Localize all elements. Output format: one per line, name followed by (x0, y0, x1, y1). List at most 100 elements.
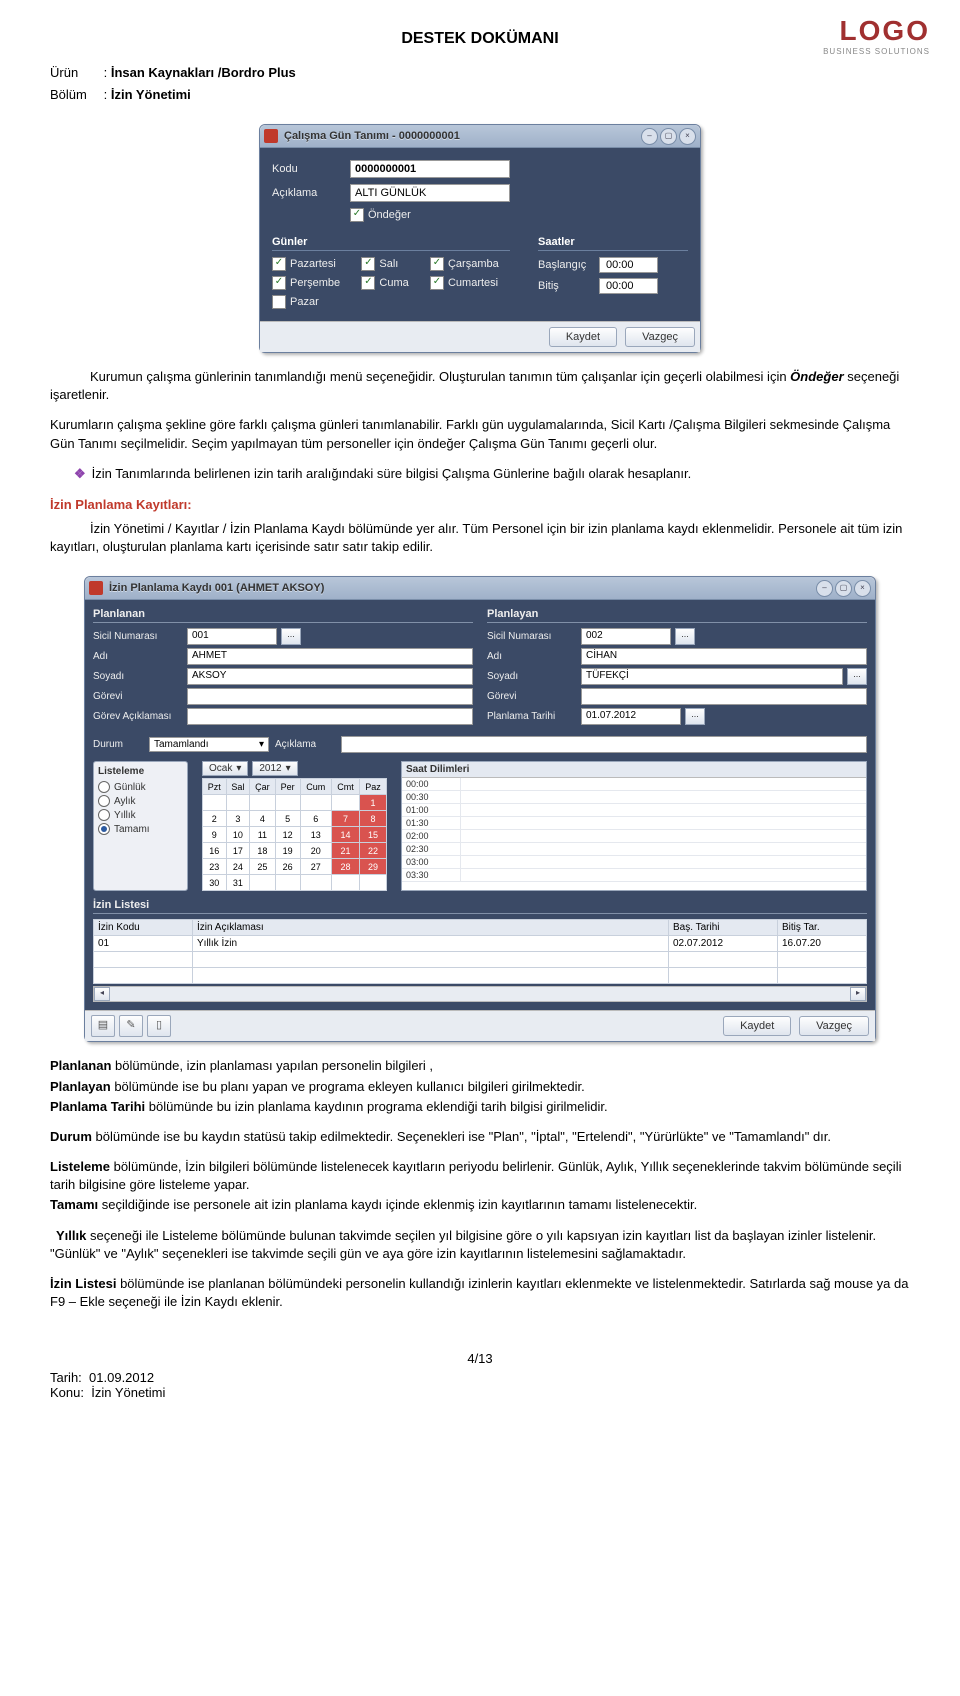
vazgec-button[interactable]: Vazgeç (625, 327, 695, 347)
persembe-checkbox[interactable]: ✓Perşembe (272, 276, 351, 290)
carsamba-checkbox[interactable]: ✓Çarşamba (430, 257, 510, 271)
saat-row[interactable]: 01:30 (402, 817, 866, 830)
calendar-cell[interactable]: 21 (331, 843, 359, 859)
calendar-cell[interactable] (275, 795, 300, 811)
yillik-radio[interactable]: Yıllık (98, 809, 183, 821)
calendar-cell[interactable]: 12 (275, 827, 300, 843)
durum-select[interactable]: Tamamlandı▾ (149, 737, 269, 752)
calendar-cell[interactable]: 17 (226, 843, 250, 859)
calendar-cell[interactable] (250, 795, 276, 811)
lookup-button[interactable]: ... (281, 628, 301, 645)
adi-input[interactable]: AHMET (187, 648, 473, 665)
calendar-cell[interactable]: 28 (331, 859, 359, 875)
saat-row[interactable]: 01:00 (402, 804, 866, 817)
col-izin-kodu[interactable]: İzin Kodu (94, 920, 193, 936)
kodu-input[interactable]: 0000000001 (350, 160, 510, 178)
maximize-icon[interactable]: ▢ (660, 128, 677, 145)
calendar-cell[interactable]: 22 (360, 843, 387, 859)
col-bas-tarihi[interactable]: Baş. Tarihi (669, 920, 778, 936)
calendar-cell[interactable]: 24 (226, 859, 250, 875)
close-icon[interactable]: × (854, 580, 871, 597)
titlebar[interactable]: İzin Planlama Kaydı 001 (AHMET AKSOY) – … (85, 577, 875, 600)
horizontal-scrollbar[interactable]: ◂ ▸ (93, 986, 867, 1002)
calendar-cell[interactable] (300, 795, 331, 811)
scroll-right-icon[interactable]: ▸ (850, 987, 866, 1001)
calendar-cell[interactable]: 2 (203, 811, 227, 827)
month-select[interactable]: Ocak ▾ (202, 761, 248, 776)
calendar-cell[interactable]: 10 (226, 827, 250, 843)
ondefer-checkbox[interactable]: ✓Öndeğer (350, 208, 411, 222)
table-row[interactable] (94, 968, 867, 984)
pazartesi-checkbox[interactable]: ✓Pazartesi (272, 257, 351, 271)
calendar-cell[interactable]: 8 (360, 811, 387, 827)
calendar-cell[interactable]: 20 (300, 843, 331, 859)
saat-row[interactable]: 02:00 (402, 830, 866, 843)
calendar-cell[interactable]: 16 (203, 843, 227, 859)
calendar-cell[interactable]: 13 (300, 827, 331, 843)
calendar-cell[interactable]: 1 (360, 795, 387, 811)
toolbar-button[interactable]: ▤ (91, 1015, 115, 1037)
saat-row[interactable]: 02:30 (402, 843, 866, 856)
calendar-cell[interactable]: 30 (203, 875, 227, 891)
cumartesi-checkbox[interactable]: ✓Cumartesi (430, 276, 510, 290)
plan-tarih-input[interactable]: 01.07.2012 (581, 708, 681, 725)
kaydet-button[interactable]: Kaydet (549, 327, 617, 347)
maximize-icon[interactable]: ▢ (835, 580, 852, 597)
table-row[interactable] (94, 952, 867, 968)
sali-checkbox[interactable]: ✓Salı (361, 257, 420, 271)
calendar-cell[interactable] (250, 875, 276, 891)
soyadi-input[interactable]: AKSOY (187, 668, 473, 685)
calendar-cell[interactable]: 19 (275, 843, 300, 859)
lookup-button[interactable]: ... (675, 628, 695, 645)
calendar-cell[interactable]: 27 (300, 859, 331, 875)
sicil-input[interactable]: 002 (581, 628, 671, 645)
kaydet-button[interactable]: Kaydet (723, 1016, 791, 1036)
gorev-ack-input[interactable] (187, 708, 473, 725)
saat-row[interactable]: 03:30 (402, 869, 866, 882)
calendar-cell[interactable] (275, 875, 300, 891)
gorevi-input[interactable] (581, 688, 867, 705)
calendar-cell[interactable]: 6 (300, 811, 331, 827)
calendar-cell[interactable] (226, 795, 250, 811)
calendar-cell[interactable]: 9 (203, 827, 227, 843)
titlebar[interactable]: Çalışma Gün Tanımı - 0000000001 – ▢ × (260, 125, 700, 148)
calendar-cell[interactable]: 11 (250, 827, 276, 843)
soyadi-input[interactable]: TÜFEKÇİ (581, 668, 843, 685)
aciklama-input[interactable]: ALTI GÜNLÜK (350, 184, 510, 202)
calendar-cell[interactable]: 7 (331, 811, 359, 827)
lookup-button[interactable]: ... (847, 668, 867, 685)
close-icon[interactable]: × (679, 128, 696, 145)
calendar-cell[interactable] (331, 875, 359, 891)
saat-row[interactable]: 00:00 (402, 778, 866, 791)
calendar-cell[interactable]: 14 (331, 827, 359, 843)
calendar-cell[interactable]: 15 (360, 827, 387, 843)
sicil-input[interactable]: 001 (187, 628, 277, 645)
col-izin-aciklamasi[interactable]: İzin Açıklaması (193, 920, 669, 936)
calendar-cell[interactable]: 18 (250, 843, 276, 859)
adi-input[interactable]: CİHAN (581, 648, 867, 665)
calendar-cell[interactable]: 5 (275, 811, 300, 827)
calendar-cell[interactable]: 3 (226, 811, 250, 827)
vazgec-button[interactable]: Vazgeç (799, 1016, 869, 1036)
calendar-cell[interactable]: 29 (360, 859, 387, 875)
calendar-cell[interactable] (360, 875, 387, 891)
calendar-cell[interactable]: 26 (275, 859, 300, 875)
date-picker-button[interactable]: ... (685, 708, 705, 725)
calendar-cell[interactable] (203, 795, 227, 811)
calendar-cell[interactable]: 31 (226, 875, 250, 891)
calendar-table[interactable]: PztSalÇarPerCumCmtPaz1234567891011121314… (202, 778, 387, 891)
calendar-cell[interactable]: 23 (203, 859, 227, 875)
minimize-icon[interactable]: – (641, 128, 658, 145)
calendar-cell[interactable]: 4 (250, 811, 276, 827)
calendar-cell[interactable] (331, 795, 359, 811)
calendar-cell[interactable]: 25 (250, 859, 276, 875)
saat-row[interactable]: 03:00 (402, 856, 866, 869)
cuma-checkbox[interactable]: ✓Cuma (361, 276, 420, 290)
toolbar-button[interactable]: ▯ (147, 1015, 171, 1037)
scroll-left-icon[interactable]: ◂ (94, 987, 110, 1001)
tamami-radio[interactable]: Tamamı (98, 823, 183, 835)
calendar-cell[interactable] (300, 875, 331, 891)
pazar-checkbox[interactable]: Pazar (272, 295, 351, 309)
aciklama-input[interactable] (341, 736, 867, 753)
gorevi-input[interactable] (187, 688, 473, 705)
